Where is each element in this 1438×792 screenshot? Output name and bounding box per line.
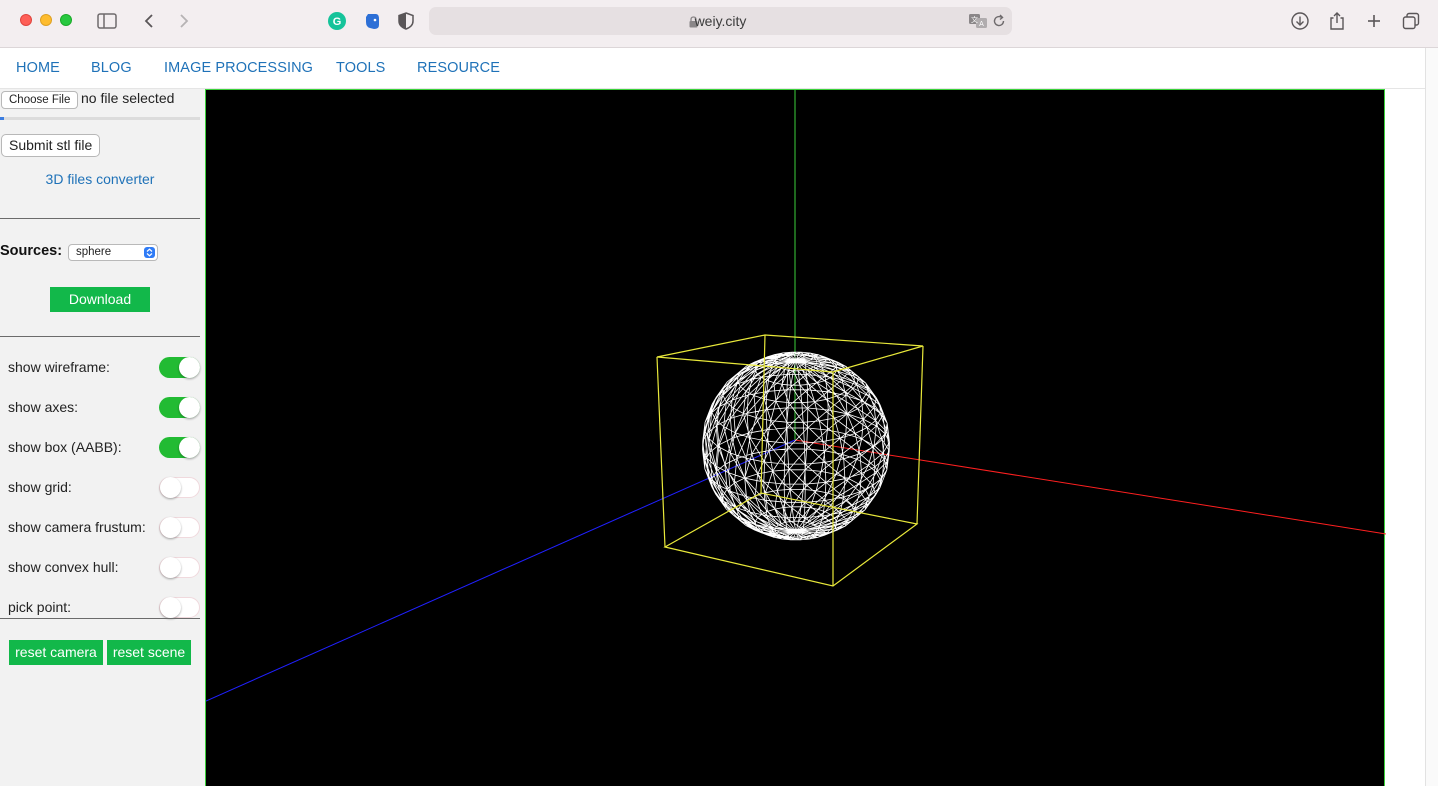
divider [0, 618, 200, 619]
browser-toolbar: G weiy.city 文A [0, 0, 1438, 48]
toggle-label: show axes: [8, 399, 79, 415]
zoom-window-button[interactable] [60, 14, 72, 26]
sources-select-value: sphere [76, 246, 112, 258]
grammarly-icon[interactable]: G [326, 10, 348, 32]
evernote-icon[interactable] [361, 10, 383, 32]
toggle-knob [160, 477, 181, 498]
sources-label: Sources: [0, 243, 63, 259]
close-window-button[interactable] [20, 14, 32, 26]
svg-text:G: G [333, 16, 342, 28]
address-bar[interactable]: weiy.city 文A [429, 7, 1012, 35]
submit-stl-button[interactable]: Submit stl file [1, 134, 101, 157]
toggle-knob [179, 437, 200, 458]
sources-select[interactable]: sphere [68, 244, 158, 261]
new-tab-icon[interactable] [1363, 10, 1385, 32]
chevron-updown-icon [144, 247, 155, 258]
toggle-row: show convex hull: [0, 557, 205, 581]
sphere-wireframe [702, 351, 890, 541]
toggle-row: show wireframe: [0, 357, 205, 381]
toggle-label: show wireframe: [8, 359, 110, 375]
minimize-window-button[interactable] [40, 14, 52, 26]
nav-item-tools[interactable]: TOOLS [336, 60, 385, 76]
url-text: weiy.city [694, 13, 747, 29]
choose-file-button[interactable]: Choose File [1, 91, 79, 109]
toggle-knob [179, 357, 200, 378]
converter-link[interactable]: 3D files converter [0, 171, 200, 187]
axis-z [205, 439, 796, 702]
reload-icon[interactable] [992, 13, 1006, 34]
toggle-row: show box (AABB): [0, 437, 205, 461]
3d-viewport[interactable] [205, 89, 1387, 787]
nav-item-home[interactable]: HOME [16, 60, 60, 76]
toggle-switch[interactable] [159, 477, 200, 498]
file-status-text: no file selected [81, 90, 175, 106]
toggle-switch[interactable] [159, 557, 200, 578]
upload-progress-fill [0, 117, 4, 120]
toggle-knob [160, 597, 181, 618]
toggle-knob [179, 397, 200, 418]
tabs-icon[interactable] [1400, 10, 1422, 32]
toggle-label: show grid: [8, 479, 72, 495]
upload-progress-bar [0, 117, 200, 120]
nav-item-blog[interactable]: BLOG [91, 60, 132, 76]
translate-icon[interactable]: 文A [968, 13, 988, 34]
download-icon[interactable] [1289, 10, 1311, 32]
svg-text:A: A [979, 21, 984, 28]
nav-item-resource[interactable]: RESOURCE [417, 60, 500, 76]
divider [0, 336, 200, 337]
toggle-label: show camera frustum: [8, 519, 146, 535]
toggle-row: show camera frustum: [0, 517, 205, 541]
toggle-switch[interactable] [159, 357, 200, 378]
divider [0, 218, 200, 219]
nav-item-image-processing[interactable]: IMAGE PROCESSING [164, 60, 313, 76]
toggle-label: pick point: [8, 599, 72, 615]
share-icon[interactable] [1326, 10, 1348, 32]
control-sidebar: Choose File no file selected Submit stl … [0, 89, 205, 786]
toggle-row: show axes: [0, 397, 205, 421]
sidebar-icon[interactable] [96, 10, 118, 32]
toggle-switch[interactable] [159, 517, 200, 538]
svg-text:文: 文 [971, 15, 978, 24]
toggle-label: show box (AABB): [8, 439, 122, 455]
reset-scene-button[interactable]: reset scene [107, 640, 191, 665]
toggle-switch[interactable] [159, 597, 200, 618]
toggle-knob [160, 557, 181, 578]
3d-scene[interactable] [205, 90, 1387, 787]
toggle-label: show convex hull: [8, 559, 119, 575]
toggle-row: show grid: [0, 477, 205, 501]
site-nav: HOME BLOG IMAGE PROCESSING TOOLS RESOURC… [0, 48, 1425, 89]
sphere-mesh [702, 351, 890, 541]
toggle-switch[interactable] [159, 437, 200, 458]
forward-icon[interactable] [173, 10, 195, 32]
reset-camera-button[interactable]: reset camera [9, 640, 103, 665]
download-button[interactable]: Download [50, 287, 150, 312]
toggle-knob [160, 517, 181, 538]
toggle-switch[interactable] [159, 397, 200, 418]
back-icon[interactable] [138, 10, 160, 32]
shield-icon[interactable] [395, 10, 417, 32]
page-scrollbar[interactable] [1425, 48, 1438, 786]
